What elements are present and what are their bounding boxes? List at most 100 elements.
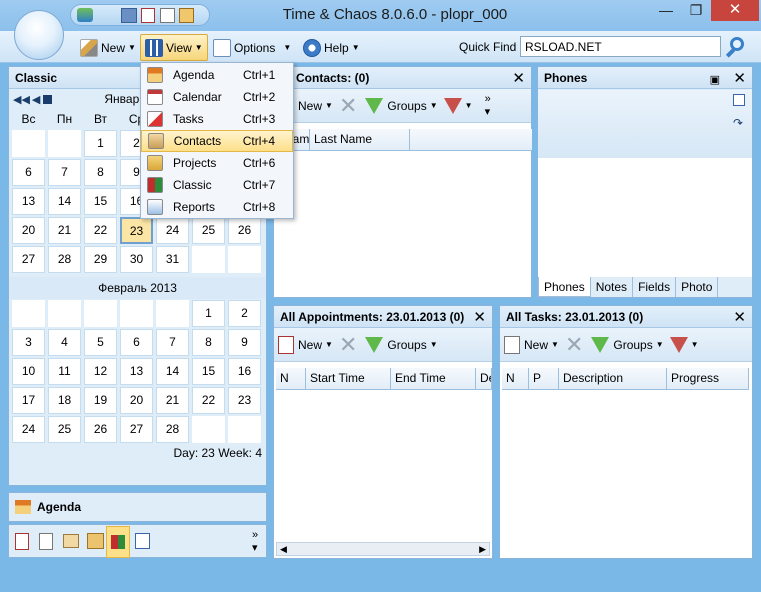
calendar-day[interactable]: 28	[48, 246, 81, 273]
close-window-button[interactable]: ✕	[711, 0, 759, 21]
column-header[interactable]: De	[476, 368, 492, 389]
calendar-day[interactable]: 27	[120, 416, 153, 443]
tasks-nav-icon[interactable]	[39, 533, 53, 550]
calendar-day[interactable]: 22	[84, 217, 117, 244]
calendar-day[interactable]: 7	[156, 329, 189, 356]
close-icon[interactable]: ✕	[473, 308, 486, 326]
calendar-day[interactable]: 26	[84, 416, 117, 443]
contacts-nav-icon[interactable]	[63, 534, 79, 548]
calendar-day[interactable]: 17	[12, 387, 45, 414]
overflow-icon[interactable]: » ▾	[485, 93, 491, 118]
calendar-qat-icon[interactable]	[141, 8, 155, 23]
tab-photo[interactable]: Photo	[676, 277, 719, 297]
projects-qat-icon[interactable]	[179, 8, 194, 23]
calendar-day[interactable]: 7	[48, 159, 81, 186]
tasks-new-button[interactable]: New ▼	[504, 335, 559, 354]
calendar-day[interactable]: 21	[48, 217, 81, 244]
new-button[interactable]: New ▼	[75, 34, 141, 61]
calendar-nav-icon[interactable]	[15, 533, 29, 550]
column-header[interactable]: Last Name	[310, 129, 410, 150]
calendar-day[interactable]: 5	[84, 329, 117, 356]
view-button[interactable]: View ▼	[140, 34, 208, 61]
calendar-day[interactable]: 8	[192, 329, 225, 356]
calendar-day[interactable]: 24	[12, 416, 45, 443]
pin-icon[interactable]: ▣	[710, 74, 720, 86]
close-icon[interactable]: ✕	[733, 308, 746, 326]
calendar-day[interactable]: 16	[228, 358, 261, 385]
calendar-day[interactable]: 14	[48, 188, 81, 215]
calendar-day[interactable]: 9	[228, 329, 261, 356]
refresh-icon[interactable]	[77, 8, 93, 22]
classic-nav-icon[interactable]	[106, 526, 130, 558]
contacts-groups-button[interactable]: Groups ▼	[365, 97, 438, 114]
menu-item-classic[interactable]: Classic Ctrl+7	[141, 174, 293, 196]
calendar-day[interactable]: 1	[192, 300, 225, 327]
column-header[interactable]: Progress	[667, 368, 749, 389]
calendar-day[interactable]: 13	[120, 358, 153, 385]
options-button[interactable]: Options ▼	[208, 34, 296, 61]
column-header[interactable]: P	[529, 368, 559, 389]
calendar-day[interactable]: 20	[120, 387, 153, 414]
help-button[interactable]: Help ▼	[298, 34, 365, 61]
tab-phones[interactable]: Phones	[538, 277, 591, 297]
close-icon[interactable]: ✕	[733, 70, 746, 87]
calendar-day[interactable]: 15	[192, 358, 225, 385]
copy-icon[interactable]	[733, 94, 745, 106]
tab-fields[interactable]: Fields	[633, 277, 677, 297]
contacts-qat-icon[interactable]	[121, 8, 137, 23]
close-icon[interactable]: ✕	[512, 69, 525, 87]
calendar-day[interactable]: 10	[12, 358, 45, 385]
column-header[interactable]: End Time	[391, 368, 476, 389]
calendar-day[interactable]: 28	[156, 416, 189, 443]
contacts-filter-button[interactable]: ▼	[443, 97, 473, 114]
calendar-day[interactable]: 15	[84, 188, 117, 215]
calendar-day[interactable]: 18	[48, 387, 81, 414]
menu-item-contacts[interactable]: Contacts Ctrl+4	[141, 130, 293, 152]
menu-item-calendar[interactable]: Calendar Ctrl+2	[141, 86, 293, 108]
tasks-filter-button[interactable]: ▼	[669, 336, 699, 353]
calendar-day[interactable]: 31	[156, 246, 189, 273]
delete-icon[interactable]: ✕	[339, 332, 357, 358]
search-icon[interactable]	[724, 35, 748, 59]
calendar-day[interactable]: 19	[84, 387, 117, 414]
calendar-day[interactable]: 3	[12, 329, 45, 356]
calendar-day[interactable]: 11	[48, 358, 81, 385]
calendar-day[interactable]: 8	[84, 159, 117, 186]
menu-item-projects[interactable]: Projects Ctrl+6	[141, 152, 293, 174]
column-header[interactable]: Description	[559, 368, 667, 389]
calendar-day[interactable]: 29	[84, 246, 117, 273]
calendar-day[interactable]: 25	[48, 416, 81, 443]
calendar-day[interactable]: 21	[156, 387, 189, 414]
calendar-day[interactable]: 23	[228, 387, 261, 414]
calendar-day[interactable]: 30	[120, 246, 153, 273]
menu-item-tasks[interactable]: Tasks Ctrl+3	[141, 108, 293, 130]
redo-icon[interactable]: ↷	[733, 116, 743, 130]
appointments-groups-button[interactable]: Groups ▼	[365, 336, 438, 353]
reports-nav-icon[interactable]	[135, 533, 150, 549]
calendar-day[interactable]: 4	[48, 329, 81, 356]
menu-item-reports[interactable]: Reports Ctrl+8	[141, 196, 293, 218]
previous-month-icon[interactable]: ◀	[32, 93, 40, 106]
column-header[interactable]: N	[502, 368, 529, 389]
calendar-day[interactable]: 12	[84, 358, 117, 385]
calendar-day[interactable]: 20	[12, 217, 45, 244]
previous-year-icon[interactable]: ◀◀	[13, 93, 30, 106]
today-icon[interactable]	[43, 94, 53, 104]
delete-icon[interactable]: ✕	[565, 332, 583, 358]
calendar-day[interactable]: 2	[228, 300, 261, 327]
expand-more-icon[interactable]: » ▾	[252, 529, 258, 554]
calendar-day[interactable]: 26	[228, 217, 261, 244]
agenda-nav-bar[interactable]: Agenda	[8, 492, 267, 522]
calendar-day[interactable]: 1	[84, 130, 117, 157]
minimize-button[interactable]: —	[651, 0, 681, 22]
delete-icon[interactable]: ✕	[339, 93, 357, 119]
calendar-day[interactable]: 6	[12, 159, 45, 186]
column-header[interactable]: N	[276, 368, 306, 389]
tasks-groups-button[interactable]: Groups ▼	[591, 336, 664, 353]
column-header[interactable]: Start Time	[306, 368, 391, 389]
app-menu-orb[interactable]	[14, 10, 64, 60]
projects-nav-icon[interactable]	[87, 533, 104, 549]
calendar-day[interactable]: 27	[12, 246, 45, 273]
calendar-day-today[interactable]: 23	[120, 217, 153, 244]
calendar-day[interactable]: 14	[156, 358, 189, 385]
